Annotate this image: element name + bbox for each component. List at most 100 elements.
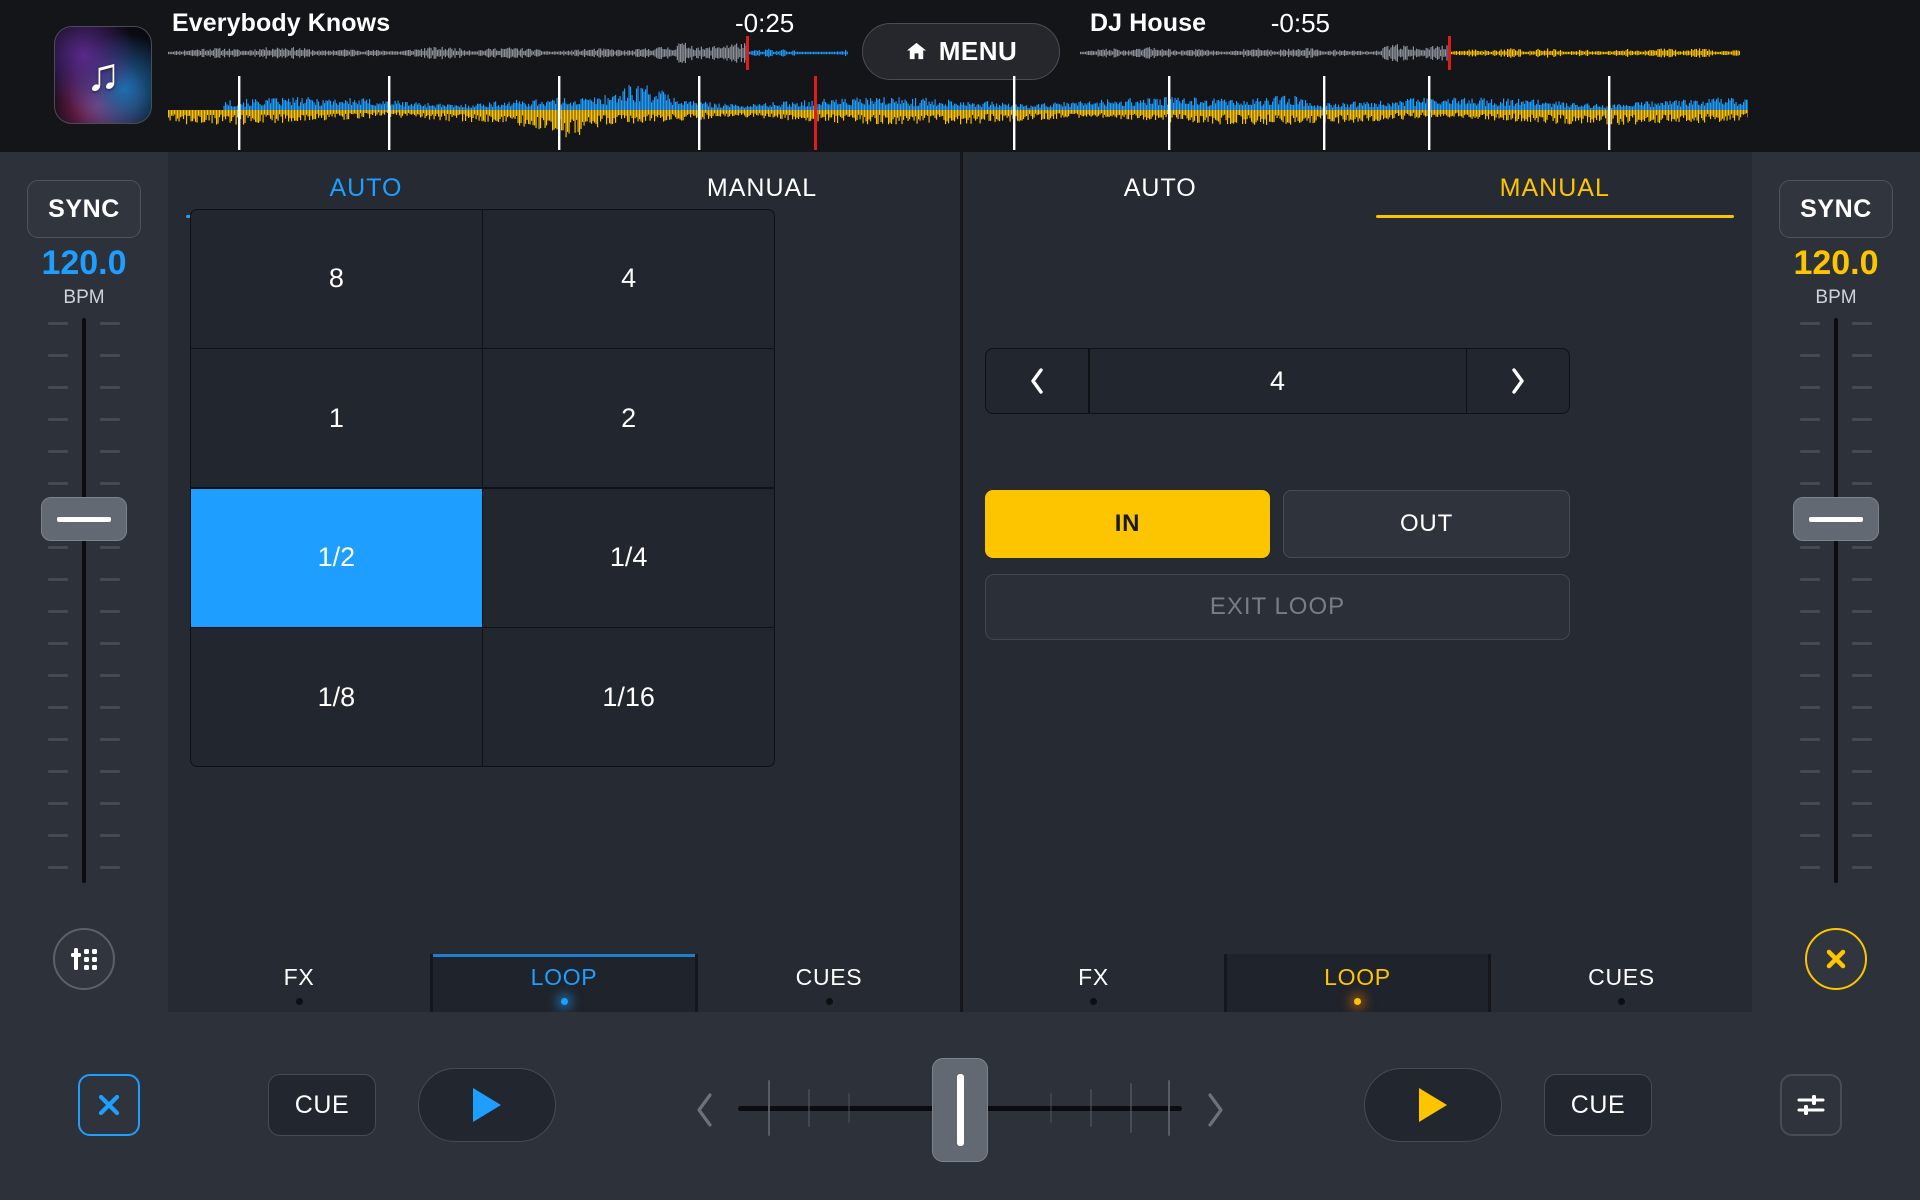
pitch-tick <box>1800 642 1820 645</box>
loop-cell-label: 1/8 <box>317 681 356 712</box>
pitch-tick <box>1800 482 1820 485</box>
loop-cell[interactable]: 1/8 <box>191 628 482 766</box>
right-tab-auto[interactable]: AUTO <box>963 152 1358 224</box>
pitch-tick <box>48 386 68 389</box>
left-mini-waveform[interactable] <box>168 36 848 70</box>
loop-in-button[interactable]: IN <box>985 490 1270 558</box>
pitch-tick <box>100 674 120 677</box>
pitch-tick <box>1852 610 1872 613</box>
loop-out-button[interactable]: OUT <box>1283 490 1570 558</box>
right-mixer-button[interactable] <box>1780 1074 1842 1136</box>
transport-bar: CUE CUE <box>0 1012 1920 1200</box>
home-icon <box>905 40 928 63</box>
right-close-deck-button[interactable] <box>1805 928 1867 990</box>
pitch-tick <box>48 802 68 805</box>
crossfader-tick <box>1050 1093 1052 1123</box>
left-tab-cues[interactable]: CUES <box>698 954 960 1012</box>
pad-grid-icon <box>71 948 97 970</box>
pitch-tick <box>100 834 120 837</box>
menu-button-label: MENU <box>938 36 1018 66</box>
pitch-tick <box>100 802 120 805</box>
left-track-title: Everybody Knows <box>172 9 391 37</box>
left-pad-grid-button[interactable] <box>53 928 115 990</box>
pitch-tick <box>1800 546 1820 549</box>
pitch-tick <box>1852 674 1872 677</box>
loop-cell[interactable]: 8 <box>191 210 482 348</box>
crossfader-left-arrow[interactable] <box>692 1090 718 1135</box>
chevron-left-icon <box>697 1093 712 1127</box>
right-pitch-track <box>1834 318 1838 883</box>
crossfader-tick <box>1130 1083 1132 1133</box>
left-play-button[interactable] <box>418 1068 556 1142</box>
right-sync-label: SYNC <box>1800 194 1872 223</box>
pitch-tick <box>100 706 120 709</box>
pitch-tick <box>1800 578 1820 581</box>
right-tab-cues-indicator <box>1618 998 1625 1005</box>
right-tab-fx-label: FX <box>1078 964 1109 990</box>
pitch-tick <box>1852 866 1872 869</box>
loop-cell-label: 1/16 <box>602 681 655 712</box>
left-deck-rail: SYNC 120.0 BPM <box>0 152 168 1012</box>
left-eject-button[interactable] <box>78 1074 140 1136</box>
left-pitch-fader[interactable] <box>28 312 140 887</box>
exit-loop-button[interactable]: EXIT LOOP <box>985 574 1570 640</box>
right-play-button[interactable] <box>1364 1068 1502 1142</box>
loop-beats-increment-button[interactable] <box>1467 349 1569 413</box>
loop-beats-decrement-button[interactable] <box>986 349 1088 413</box>
loop-in-out-row: IN OUT <box>985 490 1570 558</box>
loop-beats-stepper: 4 <box>985 348 1570 414</box>
loop-cell-label: 1 <box>328 402 344 433</box>
pitch-tick <box>1800 802 1820 805</box>
left-sync-label: SYNC <box>48 194 120 223</box>
left-tab-fx-label: FX <box>283 964 315 990</box>
left-cue-button[interactable]: CUE <box>268 1074 376 1136</box>
crossfader[interactable] <box>690 1032 1230 1182</box>
left-tab-loop[interactable]: LOOP <box>433 954 695 1012</box>
pitch-tick <box>1800 738 1820 741</box>
loop-cell[interactable]: 1 <box>191 349 482 488</box>
loop-cell[interactable]: 2 <box>483 349 774 488</box>
pitch-tick <box>100 738 120 741</box>
exit-loop-label: EXIT LOOP <box>1209 593 1346 620</box>
left-tab-fx-indicator <box>295 998 303 1005</box>
left-track-time: -0:25 <box>735 8 795 38</box>
left-loop-length-grid: 8 4 1 2 1/2 1/4 1/8 1/16 <box>190 209 775 767</box>
pitch-tick <box>1852 738 1872 741</box>
crossfader-tick <box>1090 1089 1092 1127</box>
loop-cell[interactable]: 1/2 <box>191 488 482 627</box>
right-cue-button[interactable]: CUE <box>1544 1074 1652 1136</box>
right-tab-cues[interactable]: CUES <box>1491 954 1752 1012</box>
right-pitch-fader[interactable] <box>1780 312 1892 887</box>
pitch-tick <box>1800 706 1820 709</box>
left-sync-button[interactable]: SYNC <box>27 180 141 238</box>
loop-cell-label: 2 <box>621 402 637 433</box>
crossfader-tick <box>848 1093 850 1123</box>
pitch-tick <box>1800 322 1820 325</box>
left-pitch-handle[interactable] <box>41 497 127 541</box>
loop-cell[interactable]: 4 <box>483 210 774 348</box>
crossfader-right-arrow[interactable] <box>1202 1090 1228 1135</box>
pitch-tick <box>48 834 68 837</box>
left-pitch-track <box>82 318 86 883</box>
combined-waveform[interactable] <box>168 76 1748 150</box>
right-tab-fx-indicator <box>1090 998 1097 1005</box>
loop-cell[interactable]: 1/4 <box>483 488 774 627</box>
left-deck-artwork: ♫ <box>54 26 152 124</box>
right-tab-loop[interactable]: LOOP <box>1227 954 1488 1012</box>
pitch-tick <box>48 674 68 677</box>
right-tab-fx[interactable]: FX <box>963 954 1224 1012</box>
menu-button[interactable]: MENU <box>862 23 1060 80</box>
left-tab-fx[interactable]: FX <box>168 954 430 1012</box>
crossfader-handle[interactable] <box>932 1058 988 1162</box>
loop-cell[interactable]: 1/16 <box>483 628 774 766</box>
right-tab-manual[interactable]: MANUAL <box>1358 152 1753 224</box>
right-pitch-handle[interactable] <box>1793 497 1879 541</box>
pitch-tick <box>48 738 68 741</box>
pitch-tick <box>1852 418 1872 421</box>
pitch-tick <box>1852 834 1872 837</box>
right-bpm-label: BPM <box>1815 287 1857 308</box>
right-mini-waveform[interactable] <box>1080 36 1740 70</box>
loop-cell-label: 8 <box>328 263 344 294</box>
right-sync-button[interactable]: SYNC <box>1779 180 1893 238</box>
left-tab-cues-label: CUES <box>795 964 863 990</box>
